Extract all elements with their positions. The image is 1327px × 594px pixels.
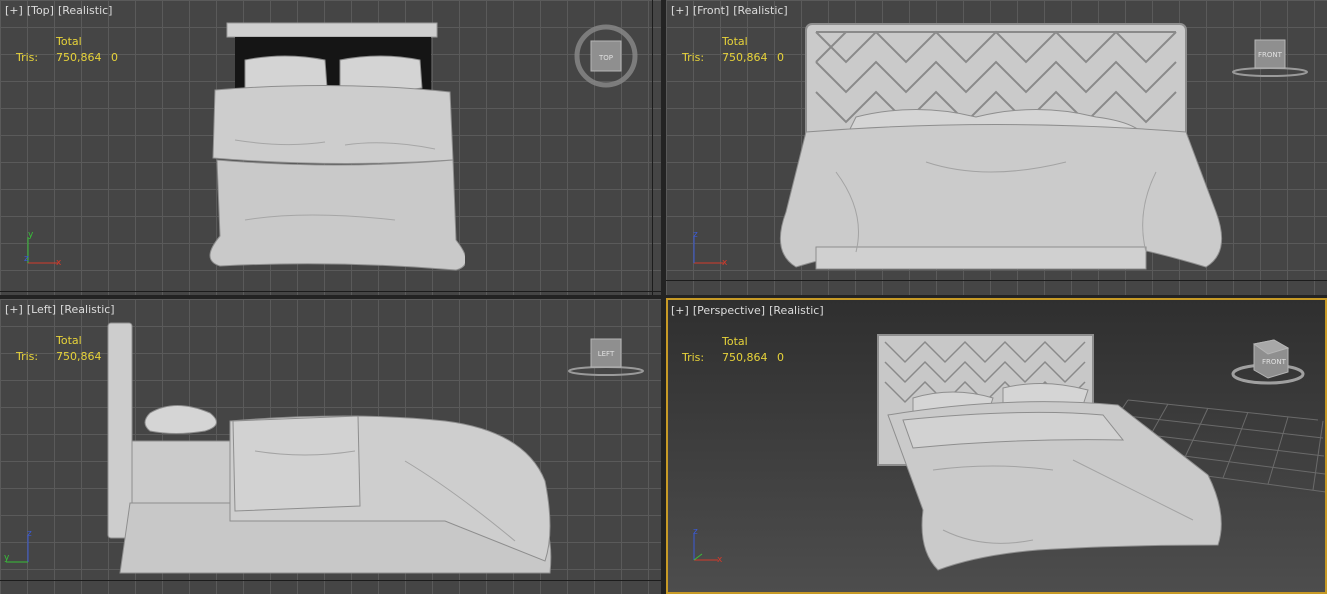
grid-axis-line: [652, 0, 653, 295]
stats-tris-value: 750,864: [722, 51, 768, 64]
viewcube-label: FRONT: [1262, 358, 1287, 366]
stats-tris-value: 750,864: [56, 51, 102, 64]
bed-model-front[interactable]: [776, 22, 1226, 281]
axis-z-label: z: [693, 527, 698, 537]
viewport-label: [+] [Perspective] [Realistic]: [671, 304, 828, 317]
bed-model-left[interactable]: [105, 321, 565, 585]
viewcube[interactable]: TOP: [572, 20, 640, 96]
stats-tris-value: 750,864: [722, 351, 768, 364]
viewport-menu-button[interactable]: [+]: [671, 304, 689, 317]
stats-tris-label: Tris:: [16, 51, 39, 64]
axis-z-label: z: [24, 254, 29, 264]
stats-tris-selected: 0: [777, 351, 784, 364]
viewcube-label: FRONT: [1258, 51, 1283, 59]
grid-axis-line: [666, 280, 1327, 281]
viewport-front[interactable]: [+] [Front] [Realistic] Total Tris: 750,86…: [666, 0, 1327, 295]
axis-tripod: z y: [4, 529, 68, 572]
viewcube-label: TOP: [598, 54, 613, 62]
axis-tripod: z x: [684, 230, 734, 273]
viewport-left[interactable]: [+] [Left] [Realistic] Total Tris: 750,864…: [0, 299, 661, 594]
stats-total-label: Total: [722, 35, 748, 48]
axis-tripod: z x: [684, 527, 734, 570]
viewport-label: [+] [Front] [Realistic]: [671, 4, 792, 17]
stats-tris-label: Tris:: [682, 51, 705, 64]
view-mode-button[interactable]: [Top]: [27, 4, 54, 17]
shading-mode-button[interactable]: [Realistic]: [58, 4, 113, 17]
axis-x-label: x: [717, 555, 723, 565]
viewport-menu-button[interactable]: [+]: [671, 4, 689, 17]
viewcube[interactable]: FRONT: [1230, 38, 1310, 84]
bed-model-perspective[interactable]: [873, 330, 1243, 592]
axis-x-label: x: [722, 258, 728, 268]
viewport-label: [+] [Left] [Realistic]: [5, 303, 119, 316]
viewport-menu-button[interactable]: [+]: [5, 303, 23, 316]
axis-y-label: y: [28, 230, 34, 240]
axis-z-label: z: [693, 230, 698, 240]
stats-tris-label: Tris:: [16, 350, 39, 363]
stats-total-label: Total: [722, 335, 748, 348]
axis-x-label: x: [56, 258, 62, 268]
grid-axis-line: [0, 580, 661, 581]
shading-mode-button[interactable]: [Realistic]: [733, 4, 788, 17]
viewport-perspective[interactable]: [+] [Perspective] [Realistic] Total Tris: …: [666, 298, 1327, 594]
stats-total-label: Total: [56, 35, 82, 48]
stats-total-label: Total: [56, 334, 82, 347]
shading-mode-button[interactable]: [Realistic]: [769, 304, 824, 317]
axis-y-label: y: [4, 553, 10, 563]
stats-tris-value: 750,864: [56, 350, 102, 363]
bed-model-top[interactable]: [205, 20, 467, 279]
stats-tris-selected: 0: [111, 51, 118, 64]
view-mode-button[interactable]: [Perspective]: [693, 304, 765, 317]
shading-mode-button[interactable]: [Realistic]: [60, 303, 115, 316]
stats-tris-label: Tris:: [682, 351, 705, 364]
view-mode-button[interactable]: [Left]: [27, 303, 56, 316]
viewport-menu-button[interactable]: [+]: [5, 4, 23, 17]
axis-z-label: z: [27, 529, 32, 539]
viewcube[interactable]: LEFT: [566, 337, 646, 383]
viewcube-label: LEFT: [598, 350, 615, 358]
view-mode-button[interactable]: [Front]: [693, 4, 729, 17]
viewport-top[interactable]: [+] [Top] [Realistic] Total Tris: 750,864 …: [0, 0, 661, 295]
viewport-label: [+] [Top] [Realistic]: [5, 4, 116, 17]
axis-tripod: y z x: [18, 230, 68, 273]
grid-axis-line: [0, 291, 661, 292]
